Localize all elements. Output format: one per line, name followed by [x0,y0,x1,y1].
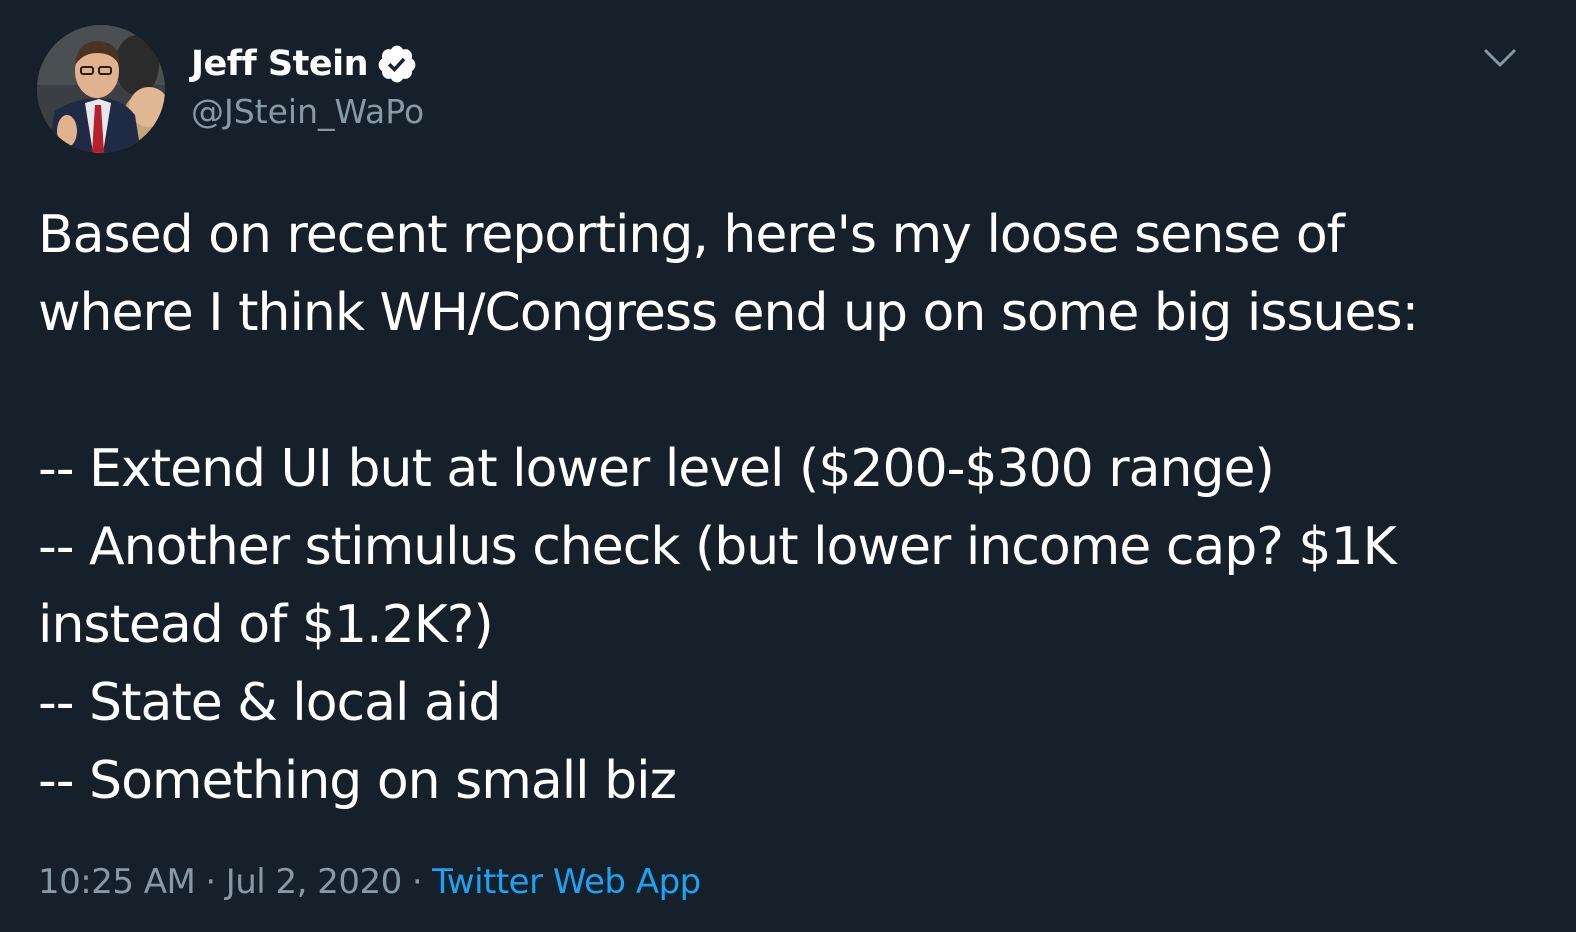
tweet-meta: 10:25 AM · Jul 2, 2020 · Twitter Web App [38,862,701,902]
tweet-text: Based on recent reporting, here's my loo… [38,196,1538,820]
tweet-line: -- Extend UI but at lower level ($200-$3… [38,439,1275,499]
source-link[interactable]: Twitter Web App [432,862,701,902]
avatar[interactable] [37,25,165,153]
user-handle[interactable]: @JStein_WaPo [191,92,424,131]
meta-separator: · [205,862,216,902]
display-name[interactable]: Jeff Stein [191,44,369,84]
chevron-down-icon[interactable] [1478,36,1522,80]
paragraph-break [38,352,1538,430]
tweet-date[interactable]: Jul 2, 2020 [226,862,403,902]
tweet-card: Jeff Stein @JStein_WaPo Based on recent … [0,0,1576,932]
author-name-row[interactable]: Jeff Stein [191,40,418,88]
meta-separator: · [411,862,423,902]
avatar-photo [37,25,165,153]
tweet-time[interactable]: 10:25 AM [38,862,196,902]
tweet-line: -- State & local aid [38,673,501,733]
tweet-line: instead of $1.2K?) [38,595,494,655]
tweet-line: -- Something on small biz [38,751,677,811]
tweet-line: -- Another stimulus check (but lower inc… [38,517,1397,577]
verified-badge-icon [376,43,418,85]
tweet-line: Based on recent reporting, here's my loo… [38,205,1345,265]
tweet-line: where I think WH/Congress end up on some… [38,283,1419,343]
